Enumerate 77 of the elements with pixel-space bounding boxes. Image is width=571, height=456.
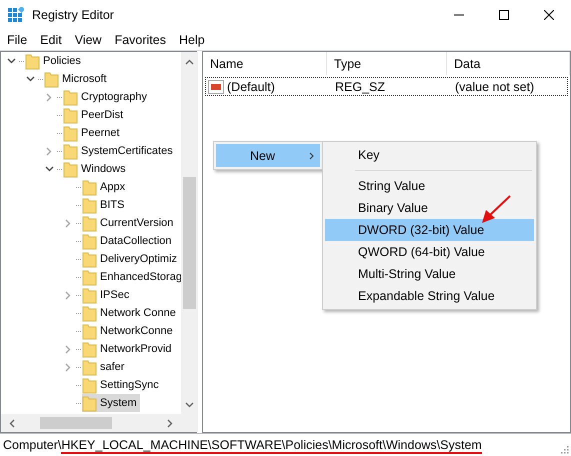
tree-item[interactable]: Network Conne — [82, 304, 179, 322]
tree-item[interactable]: Windows — [63, 160, 129, 178]
tree-item[interactable]: System — [82, 394, 140, 412]
menu-item[interactable]: File — [2, 33, 32, 47]
tree-item[interactable]: NetworkConne — [82, 322, 176, 340]
menu-item[interactable]: View — [70, 33, 107, 47]
folder-icon — [82, 340, 97, 358]
folder-icon — [82, 178, 97, 196]
menu-entry[interactable]: New — [216, 144, 320, 167]
collapse-chevron-icon[interactable] — [44, 166, 54, 172]
tree-item[interactable]: DeliveryOptimiz — [82, 250, 180, 268]
folder-icon — [82, 358, 97, 376]
registry-icon — [8, 7, 24, 23]
column-header[interactable]: Type — [327, 52, 447, 75]
tree-item[interactable]: SettingSync — [82, 376, 162, 394]
tree-item[interactable]: safer — [82, 358, 128, 376]
folder-icon — [82, 394, 97, 412]
horizontal-scrollbar[interactable] — [1, 414, 181, 432]
window-title: Registry Editor — [32, 8, 115, 22]
string-value-icon — [208, 80, 224, 94]
tree-item[interactable]: IPSec — [82, 286, 132, 304]
table-cell: (Default) — [206, 78, 330, 95]
folder-icon — [82, 304, 97, 322]
maximize-icon[interactable] — [498, 10, 508, 20]
menu-entry[interactable]: DWORD (32-bit) Value — [325, 219, 534, 241]
folder-icon — [82, 196, 97, 214]
tree-item[interactable]: PeerDist — [63, 106, 126, 124]
folder-icon — [82, 232, 97, 250]
folder-icon — [25, 52, 40, 70]
scroll-right-icon[interactable] — [167, 418, 173, 428]
pointer-arrow-drawing — [480, 195, 512, 225]
folder-icon — [82, 250, 97, 268]
menu-item[interactable]: Favorites — [110, 33, 171, 47]
tree-item[interactable]: CurrentVersion — [82, 214, 176, 232]
scroll-down-icon[interactable] — [185, 402, 194, 408]
folder-icon — [44, 70, 59, 88]
folder-icon — [63, 142, 78, 160]
collapse-chevron-icon[interactable] — [6, 58, 16, 64]
folder-icon — [63, 160, 78, 178]
collapse-chevron-icon[interactable] — [26, 76, 34, 82]
tree-item[interactable]: Cryptography — [63, 88, 150, 106]
menu-entry[interactable]: QWORD (64-bit) Value — [325, 241, 534, 263]
folder-icon — [82, 376, 97, 394]
menu-entry[interactable]: Binary Value — [325, 197, 534, 219]
folder-icon — [82, 322, 97, 340]
tree-item[interactable]: EnhancedStorag — [82, 268, 181, 286]
scroll-up-icon[interactable] — [185, 59, 194, 65]
folder-icon — [63, 88, 78, 106]
tree-item[interactable]: Policies — [25, 52, 84, 70]
folder-icon — [82, 268, 97, 286]
menu-entry[interactable]: Multi-String Value — [325, 263, 534, 285]
table-cell-text: (value not set) — [454, 78, 536, 95]
tree-item[interactable]: Peernet — [63, 124, 123, 142]
resize-grip-icon[interactable] — [559, 444, 569, 454]
status-path: Computer\HKEY_LOCAL_MACHINE\SOFTWARE\Policies\Microsoft\Windows\System — [3, 438, 482, 452]
scroll-left-icon[interactable] — [9, 418, 15, 428]
menu-item[interactable]: Edit — [35, 33, 67, 47]
table-cell-text: REG_SZ — [334, 78, 386, 95]
menu-entry[interactable]: Expandable String Value — [325, 285, 534, 307]
column-header[interactable]: Name — [203, 52, 327, 75]
menu-entry[interactable]: Key — [325, 144, 534, 166]
close-icon[interactable] — [544, 10, 554, 20]
menu-item[interactable]: Help — [174, 33, 210, 47]
tree-item[interactable]: BITS — [82, 196, 128, 214]
folder-icon — [63, 106, 78, 124]
tree-item[interactable]: SystemCertificates — [63, 142, 176, 160]
folder-icon — [82, 286, 97, 304]
column-header[interactable]: Data — [447, 52, 570, 75]
table-row[interactable]: (Default) REG_SZ (value not set) — [205, 77, 568, 96]
tree-item[interactable]: Appx — [82, 178, 128, 196]
tree-item[interactable]: DataCollection — [82, 232, 175, 250]
menu-entry[interactable]: String Value — [325, 175, 534, 197]
vertical-scrollbar[interactable] — [181, 52, 198, 414]
tree-item[interactable]: NetworkProvid — [82, 340, 175, 358]
folder-icon — [63, 124, 78, 142]
folder-icon — [82, 214, 97, 232]
tree-item[interactable]: Microsoft — [44, 70, 110, 88]
